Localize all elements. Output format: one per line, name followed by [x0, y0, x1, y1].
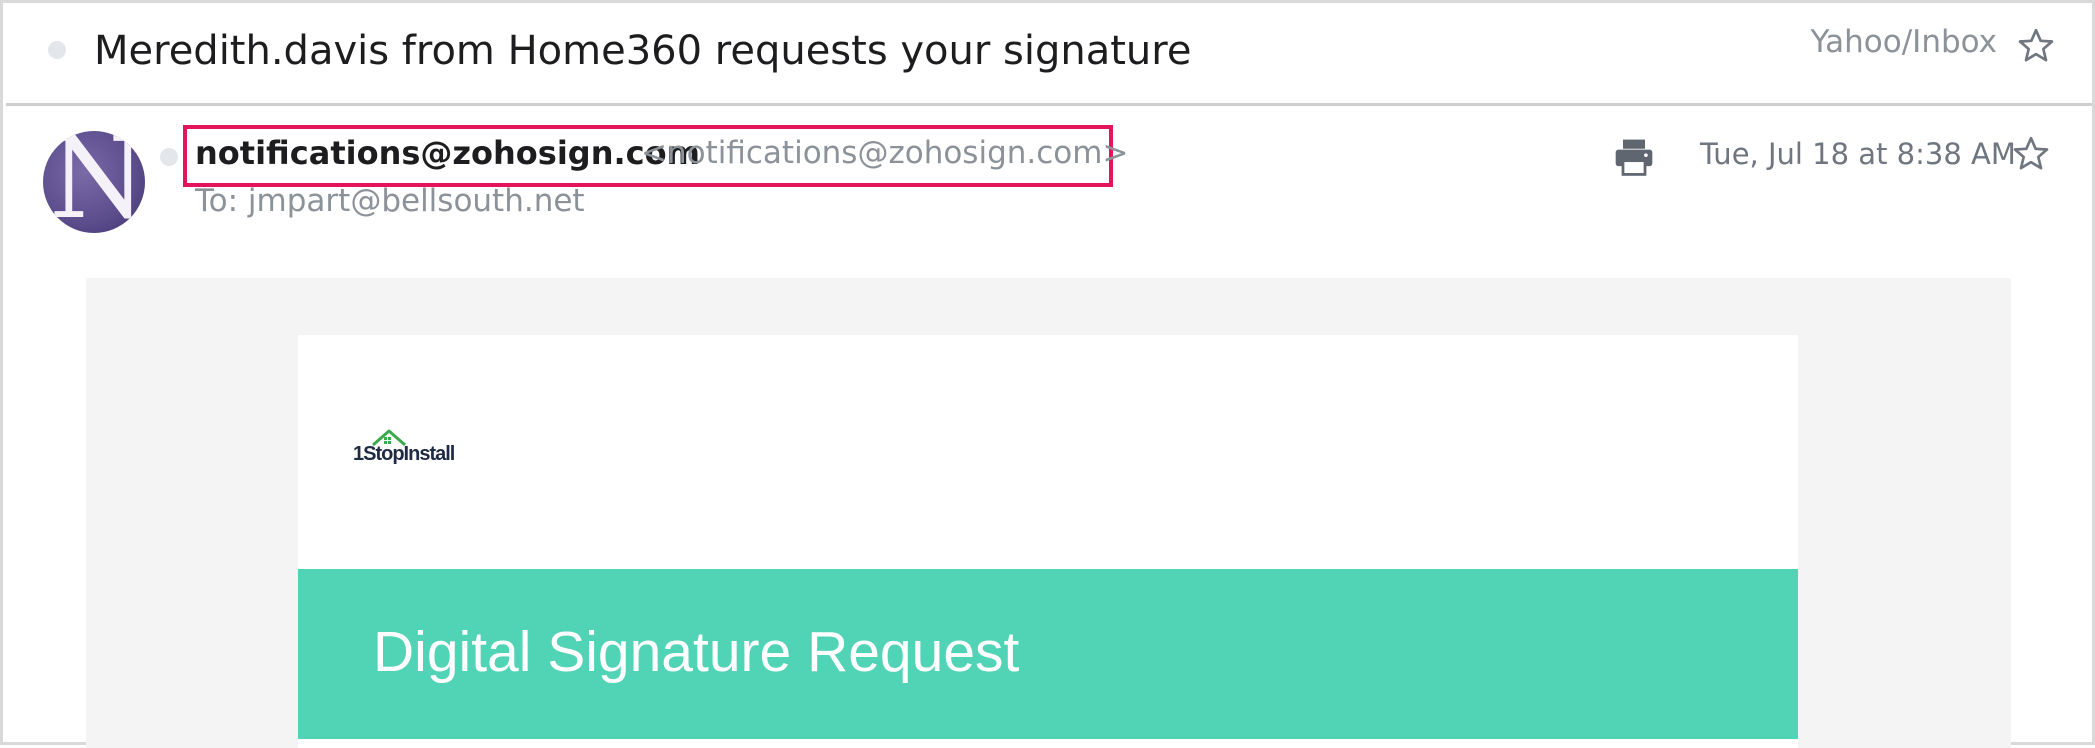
banner-title: Digital Signature Request: [373, 620, 1020, 684]
sender-email[interactable]: <notifications@zohosign.com>: [641, 135, 1128, 171]
unread-dot-icon[interactable]: [160, 148, 178, 166]
star-icon[interactable]: [2011, 134, 2051, 174]
email-viewer: Meredith.davis from Home360 requests you…: [0, 0, 2095, 748]
folder-label[interactable]: Yahoo/Inbox: [1810, 24, 1997, 60]
company-logo: 1StopInstall: [353, 443, 455, 465]
sender-name[interactable]: notifications@zohosign.com: [195, 134, 700, 172]
recipient-line: To: jmpart@bellsouth.net: [195, 183, 585, 219]
unread-dot-icon[interactable]: [48, 41, 66, 59]
print-icon[interactable]: [1611, 135, 1657, 179]
signature-request-banner: Digital Signature Request: [298, 569, 1798, 739]
email-subject: Meredith.davis from Home360 requests you…: [94, 28, 1192, 74]
subject-bar: Meredith.davis from Home360 requests you…: [6, 6, 2092, 106]
email-date: Tue, Jul 18 at 8:38 AM: [1700, 137, 2016, 171]
star-icon[interactable]: [2016, 26, 2056, 66]
avatar-letter: N: [49, 131, 145, 233]
sender-avatar: N: [43, 131, 145, 233]
